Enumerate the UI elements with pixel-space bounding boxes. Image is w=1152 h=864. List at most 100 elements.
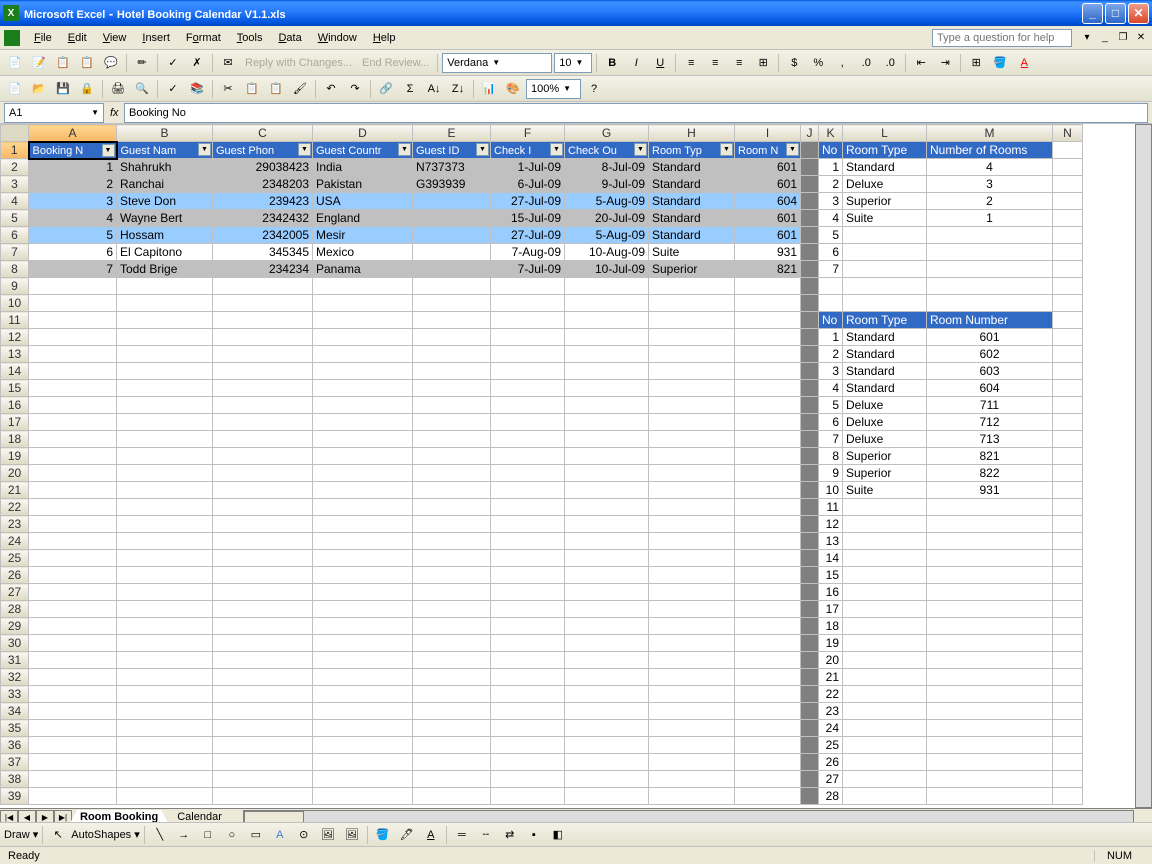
cell-E35[interactable] bbox=[413, 720, 491, 737]
cell-E20[interactable] bbox=[413, 465, 491, 482]
cell-G12[interactable] bbox=[565, 329, 649, 346]
cell-G29[interactable] bbox=[565, 618, 649, 635]
cell-N35[interactable] bbox=[1053, 720, 1083, 737]
cell-H21[interactable] bbox=[649, 482, 735, 499]
cell-F17[interactable] bbox=[491, 414, 565, 431]
cell-D6[interactable]: Mesir bbox=[313, 227, 413, 244]
cell-F29[interactable] bbox=[491, 618, 565, 635]
cell-H29[interactable] bbox=[649, 618, 735, 635]
cell-K19[interactable]: 8 bbox=[819, 448, 843, 465]
cell-F5[interactable]: 15-Jul-09 bbox=[491, 210, 565, 227]
cell-I27[interactable] bbox=[735, 584, 801, 601]
cell-B34[interactable] bbox=[117, 703, 213, 720]
cell-G3[interactable]: 9-Jul-09 bbox=[565, 176, 649, 193]
cell-L38[interactable] bbox=[843, 771, 927, 788]
row-header-19[interactable]: 19 bbox=[1, 448, 29, 465]
cell-K36[interactable]: 25 bbox=[819, 737, 843, 754]
cell-L14[interactable]: Standard bbox=[843, 363, 927, 380]
next-comment-icon[interactable]: 📋 bbox=[76, 52, 98, 74]
cell-G35[interactable] bbox=[565, 720, 649, 737]
cell-D25[interactable] bbox=[313, 550, 413, 567]
rectangle-icon[interactable]: □ bbox=[197, 824, 219, 846]
cell-C30[interactable] bbox=[213, 635, 313, 652]
row-header-32[interactable]: 32 bbox=[1, 669, 29, 686]
cell-L2[interactable]: Standard bbox=[843, 159, 927, 176]
cell-G27[interactable] bbox=[565, 584, 649, 601]
cell-C35[interactable] bbox=[213, 720, 313, 737]
cell-A7[interactable]: 6 bbox=[29, 244, 117, 261]
cell-I22[interactable] bbox=[735, 499, 801, 516]
cell-G36[interactable] bbox=[565, 737, 649, 754]
cell-G28[interactable] bbox=[565, 601, 649, 618]
cell-F11[interactable] bbox=[491, 312, 565, 329]
cell-G21[interactable] bbox=[565, 482, 649, 499]
cell-M1[interactable]: Number of Rooms bbox=[927, 142, 1053, 159]
cell-F15[interactable] bbox=[491, 380, 565, 397]
cell-B2[interactable]: Shahrukh bbox=[117, 159, 213, 176]
cell-K31[interactable]: 20 bbox=[819, 652, 843, 669]
cell-G37[interactable] bbox=[565, 754, 649, 771]
cell-I35[interactable] bbox=[735, 720, 801, 737]
cell-K11[interactable]: No bbox=[819, 312, 843, 329]
cell-M7[interactable] bbox=[927, 244, 1053, 261]
cell-E2[interactable]: N737373 bbox=[413, 159, 491, 176]
sort-desc-icon[interactable]: Z↓ bbox=[447, 78, 469, 100]
cell-D10[interactable] bbox=[313, 295, 413, 312]
row-header-6[interactable]: 6 bbox=[1, 227, 29, 244]
drawing-icon[interactable]: 🎨 bbox=[502, 78, 524, 100]
cell-I2[interactable]: 601 bbox=[735, 159, 801, 176]
column-header-e[interactable]: E bbox=[413, 125, 491, 142]
cell-I31[interactable] bbox=[735, 652, 801, 669]
cell-A38[interactable] bbox=[29, 771, 117, 788]
cell-L13[interactable]: Standard bbox=[843, 346, 927, 363]
cell-C31[interactable] bbox=[213, 652, 313, 669]
cell-A3[interactable]: 2 bbox=[29, 176, 117, 193]
menu-file[interactable]: File bbox=[26, 30, 60, 46]
cell-M33[interactable] bbox=[927, 686, 1053, 703]
cell-K38[interactable]: 27 bbox=[819, 771, 843, 788]
cell-G13[interactable] bbox=[565, 346, 649, 363]
cell-E34[interactable] bbox=[413, 703, 491, 720]
cell-K6[interactable]: 5 bbox=[819, 227, 843, 244]
cell-G38[interactable] bbox=[565, 771, 649, 788]
row-header-33[interactable]: 33 bbox=[1, 686, 29, 703]
cell-N34[interactable] bbox=[1053, 703, 1083, 720]
row-header-27[interactable]: 27 bbox=[1, 584, 29, 601]
paste-icon[interactable]: 📋 bbox=[265, 78, 287, 100]
underline-button[interactable]: U bbox=[649, 52, 671, 74]
cell-I12[interactable] bbox=[735, 329, 801, 346]
show-comment-icon[interactable]: 💬 bbox=[100, 52, 122, 74]
cell-F24[interactable] bbox=[491, 533, 565, 550]
cell-G32[interactable] bbox=[565, 669, 649, 686]
cell-N36[interactable] bbox=[1053, 737, 1083, 754]
cell-M26[interactable] bbox=[927, 567, 1053, 584]
cell-N28[interactable] bbox=[1053, 601, 1083, 618]
cell-F16[interactable] bbox=[491, 397, 565, 414]
cell-F25[interactable] bbox=[491, 550, 565, 567]
cell-E17[interactable] bbox=[413, 414, 491, 431]
cell-E12[interactable] bbox=[413, 329, 491, 346]
cell-E28[interactable] bbox=[413, 601, 491, 618]
cell-H38[interactable] bbox=[649, 771, 735, 788]
cell-M23[interactable] bbox=[927, 516, 1053, 533]
cell-F33[interactable] bbox=[491, 686, 565, 703]
cell-F26[interactable] bbox=[491, 567, 565, 584]
align-center-icon[interactable]: ≡ bbox=[704, 52, 726, 74]
cell-K37[interactable]: 26 bbox=[819, 754, 843, 771]
bold-button[interactable]: B bbox=[601, 52, 623, 74]
cell-H22[interactable] bbox=[649, 499, 735, 516]
cell-E7[interactable] bbox=[413, 244, 491, 261]
cell-B28[interactable] bbox=[117, 601, 213, 618]
decrease-decimal-icon[interactable]: .0 bbox=[879, 52, 901, 74]
name-box[interactable]: A1▼ bbox=[4, 103, 104, 123]
cell-B15[interactable] bbox=[117, 380, 213, 397]
cell-E31[interactable] bbox=[413, 652, 491, 669]
column-header-d[interactable]: D bbox=[313, 125, 413, 142]
cell-N25[interactable] bbox=[1053, 550, 1083, 567]
row-header-13[interactable]: 13 bbox=[1, 346, 29, 363]
cell-F13[interactable] bbox=[491, 346, 565, 363]
cell-I37[interactable] bbox=[735, 754, 801, 771]
cell-E15[interactable] bbox=[413, 380, 491, 397]
row-header-15[interactable]: 15 bbox=[1, 380, 29, 397]
cell-K21[interactable]: 10 bbox=[819, 482, 843, 499]
